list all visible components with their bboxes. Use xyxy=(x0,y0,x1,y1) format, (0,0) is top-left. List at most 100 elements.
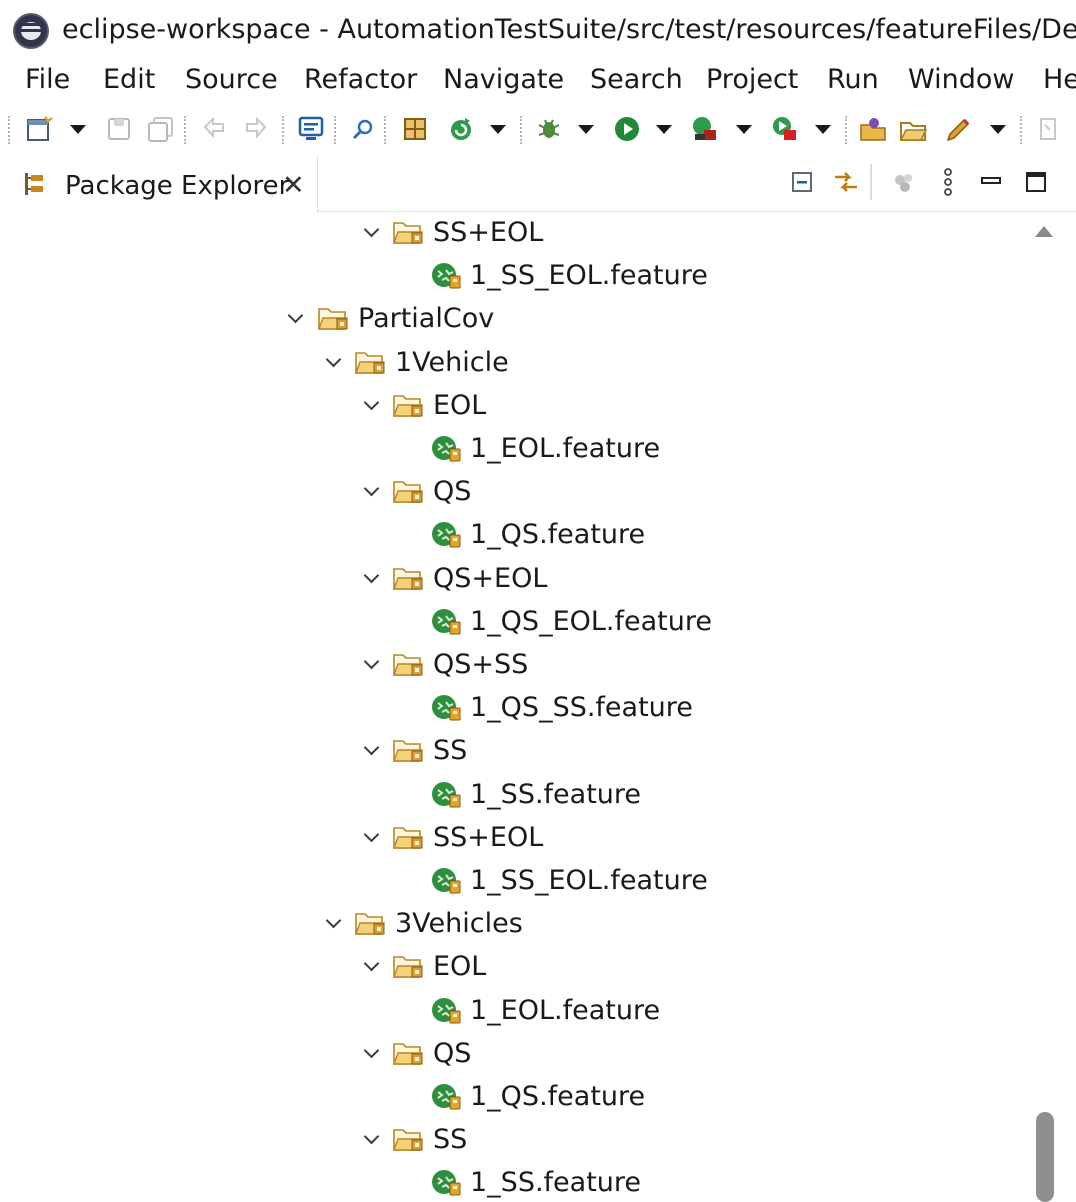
tree-item-label: 1_QS.feature xyxy=(470,1081,646,1112)
tree-item-label: QS xyxy=(433,476,472,508)
vertical-scrollbar[interactable] xyxy=(1030,212,1060,1202)
save-all-icon[interactable] xyxy=(146,114,176,144)
menu-navigate[interactable]: Navigate xyxy=(443,63,564,97)
cucumber-feature-icon xyxy=(430,261,462,289)
title-bar: eclipse-workspace - AutomationTestSuite/… xyxy=(0,0,1076,58)
tree-folder-row[interactable]: QS xyxy=(0,1033,1030,1076)
package-folder-icon xyxy=(393,651,425,677)
console-icon[interactable] xyxy=(296,114,326,144)
tree-file-row[interactable]: 1_EOL.feature xyxy=(0,428,1030,471)
tree-file-row[interactable]: 1_QS_SS.feature xyxy=(0,687,1030,730)
scroll-thumb[interactable] xyxy=(1036,1112,1054,1202)
close-icon[interactable]: ✕ xyxy=(282,170,305,202)
tree-file-row[interactable]: 1_SS_EOL.feature xyxy=(0,860,1030,903)
tree-file-row[interactable]: 1_QS_EOL.feature xyxy=(0,601,1030,644)
open-type-icon[interactable] xyxy=(858,114,888,144)
scroll-up-arrow-icon[interactable] xyxy=(1035,226,1053,237)
debug-dropdown[interactable] xyxy=(578,125,594,134)
run-dropdown[interactable] xyxy=(656,125,672,134)
minimize-icon[interactable] xyxy=(976,166,1008,198)
tree-item-label: 1_SS.feature xyxy=(470,1167,642,1199)
package-folder-icon xyxy=(393,478,425,504)
refresh-dropdown[interactable] xyxy=(490,125,506,134)
tree-item-label: 1_QS_SS.feature xyxy=(470,692,693,724)
chevron-down-icon[interactable] xyxy=(361,480,383,502)
package-folder-icon xyxy=(393,737,425,763)
run-config-dropdown[interactable] xyxy=(736,125,752,134)
run-last-icon[interactable] xyxy=(770,114,800,144)
cucumber-feature-icon xyxy=(430,996,462,1024)
tree-folder-row[interactable]: 3Vehicles xyxy=(0,903,1030,946)
new-dropdown[interactable] xyxy=(70,125,86,134)
tree-folder-row[interactable]: EOL xyxy=(0,385,1030,428)
tree-folder-row[interactable]: QS+SS xyxy=(0,644,1030,687)
tree-file-row[interactable]: 1_SS.feature xyxy=(0,774,1030,817)
cucumber-feature-icon xyxy=(430,693,462,721)
tree-folder-row[interactable]: PartialCov xyxy=(0,298,1030,341)
debug-icon[interactable] xyxy=(534,114,564,144)
menu-help[interactable]: He xyxy=(1043,63,1076,97)
run-icon[interactable] xyxy=(612,114,642,144)
chevron-down-icon[interactable] xyxy=(361,1128,383,1150)
chevron-down-icon[interactable] xyxy=(361,221,383,243)
tree-folder-row[interactable]: QS+EOL xyxy=(0,558,1030,601)
package-folder-icon xyxy=(355,910,387,936)
chevron-down-icon[interactable] xyxy=(361,1042,383,1064)
tree-file-row[interactable]: 1_QS.feature xyxy=(0,514,1030,557)
tree-folder-row[interactable]: SS+EOL xyxy=(0,817,1030,860)
chevron-down-icon[interactable] xyxy=(323,351,345,373)
chevron-down-icon[interactable] xyxy=(323,912,345,934)
tree-file-row[interactable]: 1_SS_EOL.feature xyxy=(0,255,1030,298)
redo-nav-icon[interactable] xyxy=(240,114,270,144)
tree-folder-row[interactable]: SS xyxy=(0,1119,1030,1162)
tab-package-explorer[interactable]: Package Explorer ✕ xyxy=(10,156,318,212)
undo-nav-icon[interactable] xyxy=(200,114,230,144)
chevron-down-icon[interactable] xyxy=(361,653,383,675)
chevron-down-icon[interactable] xyxy=(361,826,383,848)
tree-folder-row[interactable]: SS xyxy=(0,730,1030,773)
chevron-down-icon[interactable] xyxy=(361,394,383,416)
menu-search[interactable]: Search xyxy=(590,63,683,97)
external-tools-dropdown[interactable] xyxy=(990,125,1006,134)
run-config-icon[interactable] xyxy=(690,114,720,144)
tree-item-label: SS xyxy=(433,1124,468,1156)
tree-folder-row[interactable]: 1Vehicle xyxy=(0,342,1030,385)
link-with-editor-icon[interactable] xyxy=(830,166,862,198)
new-icon[interactable] xyxy=(24,114,54,144)
tree-folder-row[interactable]: QS xyxy=(0,471,1030,514)
collapse-all-icon[interactable] xyxy=(786,166,818,198)
tree-file-row[interactable]: 1_QS.feature xyxy=(0,1076,1030,1119)
menu-refactor[interactable]: Refactor xyxy=(304,63,417,97)
menu-file[interactable]: File xyxy=(25,63,70,97)
tree-file-row[interactable]: 1_EOL.feature xyxy=(0,990,1030,1033)
tree-file-row[interactable]: 1_SS.feature xyxy=(0,1162,1030,1202)
build-icon[interactable] xyxy=(400,114,430,144)
open-folder-icon[interactable] xyxy=(898,114,928,144)
menu-edit[interactable]: Edit xyxy=(103,63,155,97)
pin-icon[interactable] xyxy=(1034,114,1064,144)
maximize-icon[interactable] xyxy=(1020,166,1052,198)
search-icon[interactable] xyxy=(348,114,378,144)
chevron-down-icon[interactable] xyxy=(361,955,383,977)
cucumber-feature-icon xyxy=(430,434,462,462)
menu-run[interactable]: Run xyxy=(827,63,879,97)
package-folder-icon xyxy=(355,349,387,375)
package-folder-icon xyxy=(393,1040,425,1066)
run-last-dropdown[interactable] xyxy=(815,125,831,134)
menu-window[interactable]: Window xyxy=(908,63,1014,97)
menu-project[interactable]: Project xyxy=(706,63,798,97)
package-folder-icon xyxy=(393,953,425,979)
tree-folder-row[interactable]: SS+EOL xyxy=(0,212,1030,255)
menu-source[interactable]: Source xyxy=(185,63,278,97)
menu-bar: File Edit Source Refactor Navigate Searc… xyxy=(0,58,1076,102)
chevron-down-icon[interactable] xyxy=(361,567,383,589)
tree-folder-row[interactable]: EOL xyxy=(0,946,1030,989)
view-menu-icon[interactable] xyxy=(932,166,964,198)
filter-icon[interactable] xyxy=(888,166,920,198)
refresh-icon[interactable] xyxy=(446,114,476,144)
chevron-down-icon[interactable] xyxy=(285,307,307,329)
chevron-down-icon[interactable] xyxy=(361,739,383,761)
external-tools-icon[interactable] xyxy=(944,114,974,144)
save-icon[interactable] xyxy=(104,114,134,144)
package-explorer-tree[interactable]: SS+EOL 1_SS_EOL.feature PartialCov 1Vehicle… xyxy=(0,212,1030,1202)
